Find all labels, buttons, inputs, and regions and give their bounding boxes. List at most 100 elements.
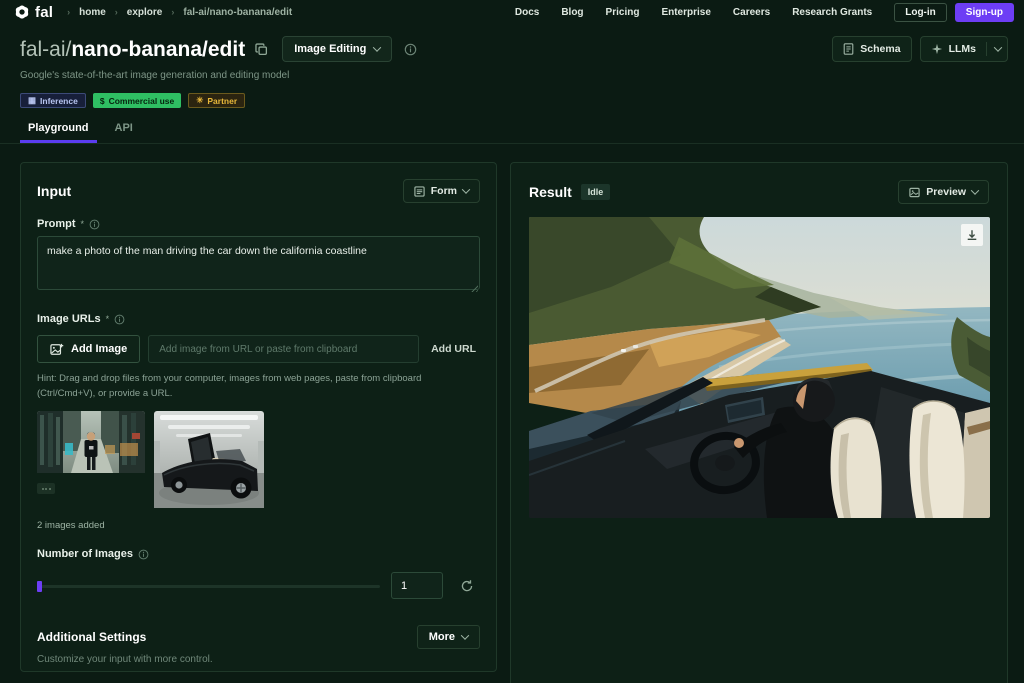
preview-icon <box>909 187 920 198</box>
dollar-icon: $ <box>100 96 105 106</box>
info-icon[interactable] <box>114 314 125 325</box>
badge-row: ▦ Inference $ Commercial use ✳ Partner <box>20 93 1008 108</box>
upload-hint: Hint: Drag and drop files from your comp… <box>37 372 480 401</box>
title-namespace: fal-ai/ <box>20 38 71 61</box>
form-icon <box>414 186 425 197</box>
info-icon[interactable] <box>89 219 100 230</box>
image-plus-icon <box>50 343 64 356</box>
divider <box>986 42 987 56</box>
input-panel: Input Form Prompt * make a photo of the … <box>20 162 497 672</box>
top-navigation-bar: fal › home › explore › fal-ai/nano-banan… <box>0 0 1024 24</box>
nav-docs[interactable]: Docs <box>515 7 539 18</box>
additional-settings-subtitle: Customize your input with more control. <box>37 654 480 665</box>
model-subtitle: Google's state-of-the-art image generati… <box>20 70 1008 81</box>
brand-name: fal <box>35 4 53 21</box>
image-url-input[interactable] <box>148 335 419 363</box>
num-images-label: Number of Images <box>37 548 133 560</box>
image-order-handle[interactable] <box>37 483 55 494</box>
breadcrumb-explore[interactable]: explore <box>127 7 163 18</box>
info-icon[interactable] <box>138 549 149 560</box>
download-image-button[interactable] <box>961 224 983 246</box>
breadcrumb-separator-icon: › <box>67 7 70 17</box>
chevron-down-icon <box>994 43 1002 51</box>
nav-blog[interactable]: Blog <box>561 7 583 18</box>
chevron-down-icon <box>461 632 469 640</box>
reset-num-images-button[interactable] <box>454 573 480 599</box>
status-badge: Idle <box>581 184 611 200</box>
llms-label: LLMs <box>949 43 976 55</box>
fal-logo[interactable]: fal <box>14 4 53 21</box>
breadcrumb: › home › explore › fal-ai/nano-banana/ed… <box>67 7 292 18</box>
preview-dropdown[interactable]: Preview <box>898 180 989 204</box>
result-image-coastline-drive[interactable] <box>529 217 990 518</box>
category-label: Image Editing <box>294 43 366 55</box>
thumbnail-car-showroom <box>154 411 264 508</box>
chevron-down-icon <box>373 43 381 51</box>
prompt-textarea[interactable]: make a photo of the man driving the car … <box>37 236 480 290</box>
signup-button[interactable]: Sign-up <box>955 3 1014 22</box>
category-dropdown[interactable]: Image Editing <box>282 36 392 62</box>
tab-bar: Playground API <box>20 122 1008 143</box>
main-nav: Docs Blog Pricing Enterprise Careers Res… <box>515 7 872 18</box>
info-icon <box>404 43 417 56</box>
model-header: fal-ai/nano-banana/edit Image Editing <box>0 24 1024 143</box>
chevron-down-icon <box>971 186 979 194</box>
add-image-button[interactable]: Add Image <box>37 335 140 363</box>
form-view-dropdown[interactable]: Form <box>403 179 480 203</box>
breadcrumb-home[interactable]: home <box>79 7 106 18</box>
inference-badge-label: Inference <box>40 96 78 106</box>
uploaded-image-man-in-city[interactable] <box>37 411 145 478</box>
required-asterisk: * <box>81 219 85 229</box>
result-panel: Result Idle Preview <box>510 162 1008 683</box>
title-model-name: nano-banana/edit <box>71 38 245 61</box>
slider-thumb[interactable] <box>37 581 42 592</box>
inference-badge[interactable]: ▦ Inference <box>20 93 86 108</box>
image-urls-label: Image URLs <box>37 313 101 325</box>
breadcrumb-current-model[interactable]: fal-ai/nano-banana/edit <box>183 7 292 18</box>
schema-label: Schema <box>860 43 900 55</box>
page-title: fal-ai/nano-banana/edit <box>20 39 245 60</box>
partner-badge-label: Partner <box>207 96 237 106</box>
nav-research-grants[interactable]: Research Grants <box>792 7 872 18</box>
inference-chip-icon: ▦ <box>28 95 36 106</box>
num-images-input[interactable] <box>391 572 443 599</box>
input-panel-title: Input <box>37 183 71 199</box>
refresh-icon <box>460 579 474 593</box>
tab-api[interactable]: API <box>115 122 133 143</box>
result-panel-title: Result <box>529 184 572 200</box>
login-button[interactable]: Log-in <box>894 3 947 22</box>
commercial-badge-label: Commercial use <box>109 96 175 106</box>
model-info-icon[interactable] <box>404 43 417 56</box>
nav-enterprise[interactable]: Enterprise <box>661 7 710 18</box>
download-icon <box>966 229 978 241</box>
result-image-graphic <box>529 217 990 518</box>
more-label: More <box>429 631 455 643</box>
chevron-down-icon <box>462 185 470 193</box>
more-settings-button[interactable]: More <box>417 625 480 649</box>
llms-dropdown[interactable]: LLMs <box>920 36 1008 62</box>
num-images-slider[interactable] <box>37 580 380 592</box>
fal-logo-icon <box>14 4 30 20</box>
tab-playground[interactable]: Playground <box>28 122 89 143</box>
add-image-label: Add Image <box>71 343 127 355</box>
commercial-use-badge[interactable]: $ Commercial use <box>93 93 181 108</box>
prompt-label: Prompt <box>37 218 76 230</box>
sparkle-icon <box>931 43 943 55</box>
uploaded-image-convertible-showroom[interactable] <box>154 411 264 513</box>
partner-badge[interactable]: ✳ Partner <box>188 93 245 108</box>
add-url-button[interactable]: Add URL <box>427 343 480 355</box>
nav-pricing[interactable]: Pricing <box>606 7 640 18</box>
thumbnail-man-city <box>37 411 145 473</box>
schema-button[interactable]: Schema <box>832 36 911 62</box>
breadcrumb-separator-icon: › <box>115 7 118 17</box>
image-count-text: 2 images added <box>37 520 480 531</box>
nav-careers[interactable]: Careers <box>733 7 770 18</box>
copy-icon <box>255 43 268 56</box>
required-asterisk: * <box>106 314 110 324</box>
additional-settings-title: Additional Settings <box>37 630 146 644</box>
copy-model-id-button[interactable] <box>255 43 268 56</box>
form-view-label: Form <box>431 185 457 197</box>
schema-document-icon <box>843 43 854 55</box>
slider-track[interactable] <box>37 585 380 588</box>
partner-star-icon: ✳ <box>196 95 203 106</box>
